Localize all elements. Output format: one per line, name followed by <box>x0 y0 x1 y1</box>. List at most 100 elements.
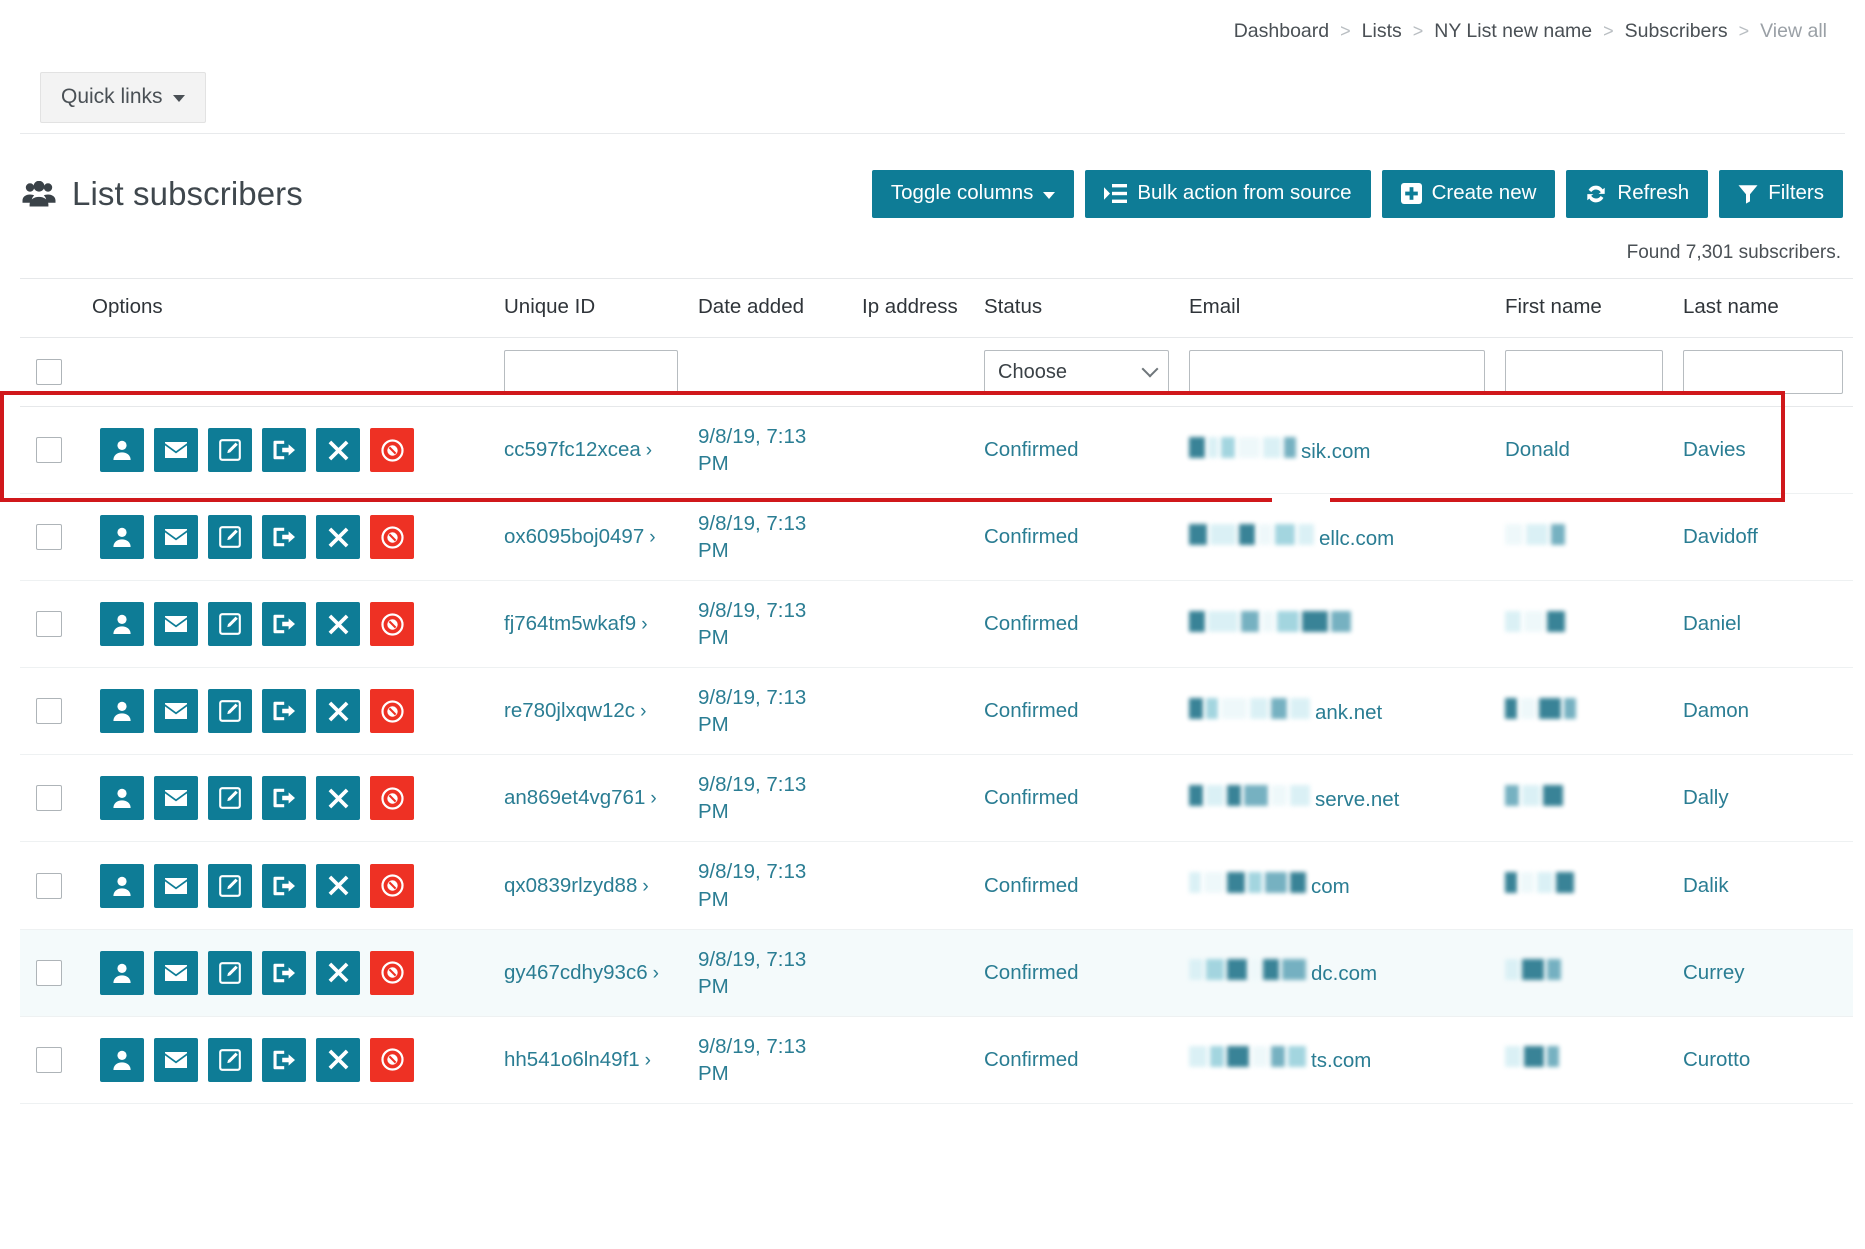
table-row[interactable]: an869et4vg761 › 9/8/19, 7:13 PM Confirmed… <box>20 754 1853 843</box>
remove-button[interactable] <box>316 776 360 821</box>
view-profile-button[interactable] <box>100 950 144 995</box>
row-unique-id-cell[interactable]: fj764tm5wkaf9 › <box>494 580 688 669</box>
breadcrumb-item-subscribers[interactable]: Subscribers <box>1625 20 1728 43</box>
row-unique-id-cell[interactable]: gy467cdhy93c6 › <box>494 929 688 1017</box>
table-row[interactable]: re780jlxqw12c › 9/8/19, 7:13 PM Confirmed… <box>20 667 1853 756</box>
table-row[interactable]: cc597fc12xcea › 9/8/19, 7:13 PM Confirmed… <box>20 406 1853 495</box>
blacklist-button[interactable] <box>370 863 414 908</box>
filter-unique-id-input[interactable] <box>504 350 678 394</box>
row-unique-id-cell[interactable]: hh541o6ln49f1 › <box>494 1016 688 1104</box>
table-row[interactable]: gy467cdhy93c6 › 9/8/19, 7:13 PM Confirmed… <box>20 929 1853 1017</box>
select-all-checkbox[interactable] <box>36 359 62 385</box>
send-email-button[interactable] <box>154 950 198 995</box>
unsubscribe-button[interactable] <box>262 428 306 473</box>
blacklist-button[interactable] <box>370 602 414 647</box>
row-select-checkbox[interactable] <box>36 872 62 899</box>
quick-links-button[interactable]: Quick links <box>40 72 206 123</box>
unique-id-link[interactable]: an869et4vg761 <box>504 786 645 809</box>
view-profile-button[interactable] <box>100 863 144 908</box>
unique-id-link[interactable]: hh541o6ln49f1 <box>504 1048 640 1071</box>
toggle-columns-button[interactable]: Toggle columns <box>871 170 1075 218</box>
row-select-checkbox[interactable] <box>36 785 62 812</box>
unique-id-link[interactable]: ox6095boj0497 <box>504 525 644 548</box>
edit-button[interactable] <box>208 1037 252 1082</box>
view-profile-button[interactable] <box>100 1037 144 1082</box>
row-email[interactable]: ellc.com <box>1179 493 1495 582</box>
view-profile-button[interactable] <box>100 602 144 647</box>
table-row[interactable]: qx0839rlzyd88 › 9/8/19, 7:13 PM Confirmed… <box>20 841 1853 930</box>
table-row[interactable]: fj764tm5wkaf9 › 9/8/19, 7:13 PM Confirmed… <box>20 580 1853 669</box>
filter-status-select[interactable]: Choose <box>984 350 1169 394</box>
send-email-button[interactable] <box>154 602 198 647</box>
column-header-first-name[interactable]: First name <box>1495 278 1673 338</box>
edit-button[interactable] <box>208 602 252 647</box>
remove-button[interactable] <box>316 602 360 647</box>
refresh-button[interactable]: Refresh <box>1566 170 1709 218</box>
view-profile-button[interactable] <box>100 776 144 821</box>
row-email[interactable]: dc.com <box>1179 929 1495 1017</box>
bulk-action-from-source-button[interactable]: Bulk action from source <box>1085 170 1371 218</box>
unsubscribe-button[interactable] <box>262 515 306 560</box>
filters-button[interactable]: Filters <box>1719 170 1843 218</box>
column-header-unique-id[interactable]: Unique ID <box>494 278 688 338</box>
table-row[interactable]: hh541o6ln49f1 › 9/8/19, 7:13 PM Confirmed… <box>20 1016 1853 1104</box>
unique-id-link[interactable]: re780jlxqw12c <box>504 699 635 722</box>
edit-button[interactable] <box>208 863 252 908</box>
row-email[interactable]: ts.com <box>1179 1016 1495 1104</box>
remove-button[interactable] <box>316 515 360 560</box>
breadcrumb-item-list-name[interactable]: NY List new name <box>1434 20 1592 43</box>
column-header-email[interactable]: Email <box>1179 278 1495 338</box>
unsubscribe-button[interactable] <box>262 776 306 821</box>
row-select-checkbox[interactable] <box>36 1046 62 1073</box>
row-unique-id-cell[interactable]: cc597fc12xcea › <box>494 406 688 495</box>
remove-button[interactable] <box>316 428 360 473</box>
column-header-last-name[interactable]: Last name <box>1673 278 1853 338</box>
row-unique-id-cell[interactable]: re780jlxqw12c › <box>494 667 688 756</box>
edit-button[interactable] <box>208 776 252 821</box>
row-select-checkbox[interactable] <box>36 524 62 551</box>
row-select-checkbox[interactable] <box>36 959 62 986</box>
unique-id-link[interactable]: cc597fc12xcea <box>504 438 641 461</box>
edit-button[interactable] <box>208 515 252 560</box>
row-email[interactable]: serve.net <box>1179 754 1495 843</box>
send-email-button[interactable] <box>154 776 198 821</box>
row-select-checkbox[interactable] <box>36 437 62 464</box>
blacklist-button[interactable] <box>370 776 414 821</box>
create-new-button[interactable]: Create new <box>1381 170 1556 218</box>
filter-last-name-input[interactable] <box>1683 350 1843 394</box>
blacklist-button[interactable] <box>370 428 414 473</box>
column-header-date-added[interactable]: Date added <box>688 278 852 338</box>
unsubscribe-button[interactable] <box>262 602 306 647</box>
breadcrumb-item-lists[interactable]: Lists <box>1362 20 1402 43</box>
edit-button[interactable] <box>208 689 252 734</box>
row-select-checkbox[interactable] <box>36 698 62 725</box>
breadcrumb-item-dashboard[interactable]: Dashboard <box>1234 20 1329 43</box>
row-email[interactable]: ank.net <box>1179 667 1495 756</box>
remove-button[interactable] <box>316 1037 360 1082</box>
view-profile-button[interactable] <box>100 689 144 734</box>
unique-id-link[interactable]: gy467cdhy93c6 <box>504 961 648 984</box>
column-header-ip-address[interactable]: Ip address <box>852 278 974 338</box>
send-email-button[interactable] <box>154 863 198 908</box>
unsubscribe-button[interactable] <box>262 1037 306 1082</box>
unsubscribe-button[interactable] <box>262 950 306 995</box>
view-profile-button[interactable] <box>100 428 144 473</box>
row-email[interactable]: com <box>1179 841 1495 930</box>
edit-button[interactable] <box>208 950 252 995</box>
row-select-checkbox[interactable] <box>36 611 62 638</box>
column-header-status[interactable]: Status <box>974 278 1179 338</box>
table-row[interactable]: ox6095boj0497 › 9/8/19, 7:13 PM Confirmed… <box>20 493 1853 582</box>
row-email[interactable]: sik.com <box>1179 406 1495 495</box>
column-header-options[interactable]: Options <box>82 278 494 338</box>
row-unique-id-cell[interactable]: an869et4vg761 › <box>494 754 688 843</box>
filter-first-name-input[interactable] <box>1505 350 1663 394</box>
edit-button[interactable] <box>208 428 252 473</box>
remove-button[interactable] <box>316 863 360 908</box>
send-email-button[interactable] <box>154 689 198 734</box>
row-unique-id-cell[interactable]: ox6095boj0497 › <box>494 493 688 582</box>
unsubscribe-button[interactable] <box>262 863 306 908</box>
blacklist-button[interactable] <box>370 515 414 560</box>
unsubscribe-button[interactable] <box>262 689 306 734</box>
remove-button[interactable] <box>316 689 360 734</box>
send-email-button[interactable] <box>154 1037 198 1082</box>
